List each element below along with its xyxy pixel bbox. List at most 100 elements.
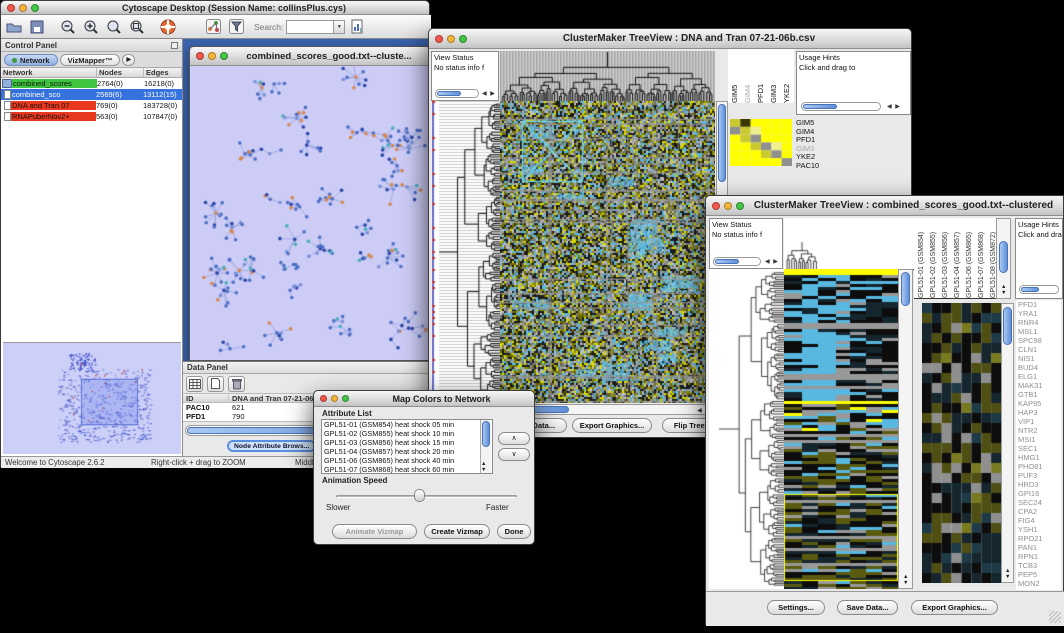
gene-label[interactable]: PEP5 — [1018, 570, 1061, 579]
gene-label[interactable]: PUF3 — [1018, 471, 1061, 480]
gene-label[interactable]: CLN1 — [1018, 345, 1061, 354]
gene-label[interactable]: PHO81 — [1018, 462, 1061, 471]
minimize-button[interactable] — [208, 52, 216, 60]
attribute-list-item[interactable]: GPL51-04 (GSM857) heat shock 20 min — [324, 447, 492, 456]
close-button[interactable] — [7, 4, 15, 12]
labels-vscrollbar[interactable] — [996, 218, 1011, 299]
col-edges[interactable]: Edges — [144, 68, 182, 77]
move-up-button[interactable]: ∧ — [498, 432, 530, 445]
gene-label[interactable]: GTB1 — [1018, 390, 1061, 399]
gene-label[interactable]: MSI1 — [1018, 435, 1061, 444]
gene-label[interactable]: SEC24 — [1018, 498, 1061, 507]
heatmap-canvas[interactable] — [500, 101, 715, 403]
close-button[interactable] — [712, 202, 720, 210]
dialog-button[interactable]: Done — [497, 524, 531, 539]
select-attributes-icon[interactable] — [186, 376, 203, 392]
row-dendrogram-canvas[interactable] — [431, 101, 500, 403]
column-label[interactable]: GIM5 — [730, 49, 739, 103]
gene-label[interactable]: HRD3 — [1018, 480, 1061, 489]
network-view-titlebar[interactable]: combined_scores_good.txt--cluste... — [190, 47, 430, 66]
main-titlebar[interactable]: Cytoscape Desktop (Session Name: collins… — [1, 1, 429, 15]
treeview2-titlebar[interactable]: ClusterMaker TreeView : combined_scores_… — [706, 196, 1063, 216]
column-label[interactable]: YKE2 — [782, 49, 791, 103]
attribute-list-item[interactable]: GPL51-07 (GSM868) heat shock 60 min — [324, 465, 492, 474]
col-network[interactable]: Network — [1, 68, 97, 77]
search-dropdown-icon[interactable]: ▼ — [333, 21, 344, 33]
dialog-button[interactable]: Animate Vizmap — [332, 524, 417, 539]
dialog-button[interactable]: Create Vizmap — [424, 524, 490, 539]
scrollbar-arrows[interactable] — [482, 90, 496, 97]
column-label[interactable]: GIM4 — [743, 49, 752, 103]
network-row[interactable]: DNA and Tran 07 769(0) 183728(0) — [1, 100, 182, 111]
zoom-button[interactable] — [459, 35, 467, 43]
usage-hints-scrollbar[interactable] — [1019, 285, 1059, 294]
global-vscrollbar[interactable] — [1001, 303, 1014, 583]
view-status-scrollbar[interactable] — [713, 257, 761, 266]
column-label[interactable]: PFD1 — [756, 49, 765, 103]
column-label[interactable]: GPL51-02 (GSM855) — [929, 218, 938, 298]
delete-attribute-icon[interactable] — [228, 376, 245, 392]
minimize-button[interactable] — [724, 202, 732, 210]
report-icon[interactable] — [348, 17, 368, 36]
gene-label[interactable]: HMG1 — [1018, 453, 1061, 462]
gene-label[interactable]: PAN1 — [1018, 543, 1061, 552]
minimize-button[interactable] — [331, 395, 338, 402]
minimize-button[interactable] — [19, 4, 27, 12]
network-row[interactable]: combined_sco 2569(6) 13112(15) — [1, 89, 182, 100]
attribute-list-item[interactable]: GPL51-06 (GSM865) heat shock 40 min — [324, 456, 492, 465]
col-id[interactable]: ID — [183, 394, 229, 402]
column-label[interactable]: GPL51-04 (GSM857) — [953, 218, 962, 298]
animation-speed-slider-track[interactable] — [336, 495, 517, 498]
row-dendrogram-canvas[interactable] — [709, 269, 784, 589]
network-graph-canvas[interactable] — [190, 66, 430, 360]
zoom-button[interactable] — [220, 52, 228, 60]
help-icon[interactable] — [158, 17, 178, 36]
gene-label[interactable]: HAP3 — [1018, 408, 1061, 417]
control-panel-tab[interactable]: VizMapper™ — [60, 54, 121, 66]
attribute-list-scrollbar[interactable] — [480, 420, 491, 473]
gene-label[interactable]: MSL1 — [1018, 327, 1061, 336]
row-label[interactable]: PAC10 — [796, 162, 836, 171]
column-label[interactable]: GPL51-08 (GSM872) — [989, 218, 996, 298]
gene-label[interactable]: MON2 — [1018, 579, 1061, 588]
zoom-out-icon[interactable] — [58, 17, 78, 36]
search-input[interactable] — [287, 21, 333, 33]
gene-label[interactable]: GPI16 — [1018, 489, 1061, 498]
column-dendrogram-canvas[interactable] — [784, 218, 914, 270]
gene-label[interactable]: SPC98 — [1018, 336, 1061, 345]
gene-label[interactable]: VIP1 — [1018, 417, 1061, 426]
treeview-button[interactable]: Save Data... — [837, 600, 898, 615]
column-label[interactable]: GPL51-07 (GSM868) — [977, 218, 986, 298]
gene-label[interactable]: SEC1 — [1018, 444, 1061, 453]
minimize-button[interactable] — [447, 35, 455, 43]
gene-label[interactable]: BUD4 — [1018, 363, 1061, 372]
gene-label[interactable]: MAK31 — [1018, 381, 1061, 390]
dialog-titlebar[interactable]: Map Colors to Network — [314, 391, 534, 407]
gene-label[interactable]: RNR4 — [1018, 318, 1061, 327]
resize-grip[interactable] — [1049, 611, 1061, 623]
column-label[interactable]: GPL51-03 (GSM856) — [941, 218, 950, 298]
close-button[interactable] — [196, 52, 204, 60]
view-status-scrollbar[interactable] — [435, 89, 479, 98]
usage-hints-scrollbar[interactable] — [801, 102, 881, 111]
node-attribute-browser-tab[interactable]: Node Attribute Brows... — [227, 440, 316, 452]
global-heatmap-canvas[interactable] — [922, 303, 1001, 583]
col-nodes[interactable]: Nodes — [97, 68, 144, 77]
gene-label[interactable]: FIG4 — [1018, 516, 1061, 525]
network-row[interactable]: RNAPuberNov2+ 563(0) 107847(0) — [1, 111, 182, 122]
save-icon[interactable] — [27, 17, 47, 36]
gene-label[interactable]: KAP95 — [1018, 399, 1061, 408]
close-button[interactable] — [320, 395, 327, 402]
attribute-list-item[interactable]: GPL51-01 (GSM854) heat shock 05 min — [324, 420, 492, 429]
column-label[interactable]: GPL51-06 (GSM865) — [965, 218, 974, 298]
filter-icon[interactable] — [226, 17, 246, 36]
network-row[interactable]: combined_scores 2764(0) 16218(0) — [1, 78, 182, 89]
close-button[interactable] — [435, 35, 443, 43]
heatmap-vscrollbar[interactable] — [898, 269, 913, 589]
attribute-list-item[interactable]: GPL51-02 (GSM855) heat shock 10 min — [324, 429, 492, 438]
column-label[interactable]: GPL51-01 (GSM854) — [917, 218, 926, 298]
treeview-button[interactable]: Settings... — [767, 600, 825, 615]
heatmap-canvas[interactable] — [784, 269, 898, 589]
gene-label[interactable]: NIS1 — [1018, 354, 1061, 363]
zoom-button[interactable] — [31, 4, 39, 12]
